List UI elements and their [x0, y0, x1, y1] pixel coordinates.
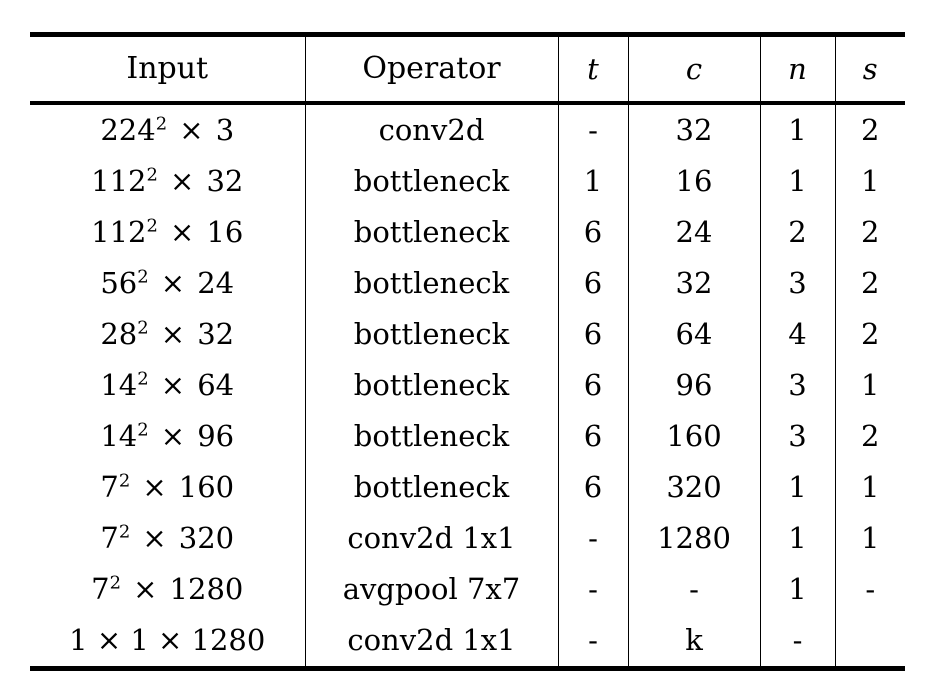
cell-s: 1 [834, 156, 905, 207]
cell-n: 3 [759, 411, 835, 462]
table-body: 2242 × 3 conv2d -32 1 2 1122 × 32 bottleneck 1 1… [30, 105, 905, 669]
table-row: 142 × 96 bottleneck 6 160 3 2 [30, 411, 905, 462]
cell-n: 4 [759, 309, 835, 360]
table-header: Input Operator t c n s [30, 32, 905, 107]
cell-s: 2 [834, 411, 905, 462]
column-header-c: c [627, 37, 760, 103]
cell-input: 142 × 96 [100, 419, 235, 453]
cell-operator: bottleneck [304, 156, 558, 207]
cell-operator: bottleneck [304, 360, 558, 411]
cell-input: 72 × 160 [100, 470, 235, 504]
table-row: 1 × 1 × 1280 conv2d 1x1- k - [30, 615, 905, 669]
cell-n: 1 [759, 105, 835, 156]
cell-input: 1122 × 32 [91, 164, 244, 198]
cell-t: - [557, 564, 628, 615]
cell-c: 320 [627, 462, 760, 513]
cell-t: 6 [557, 411, 628, 462]
cell-c: 24 [627, 207, 760, 258]
cell-c: 32 [627, 105, 760, 156]
cell-t: 6 [557, 207, 628, 258]
cell-c: 1280 [627, 513, 760, 564]
cell-input: 2242 × 3 [100, 113, 235, 147]
cell-c: 160 [627, 411, 760, 462]
table-row: 72 × 320 conv2d 1x1-1280 1 1 [30, 513, 905, 564]
cell-c: 96 [627, 360, 760, 411]
column-header-t: t [557, 37, 628, 103]
column-header-n: n [759, 37, 835, 103]
cell-t: - [557, 615, 628, 669]
cell-s: 2 [834, 105, 905, 156]
cell-input: 72 × 320 [100, 521, 235, 555]
cell-operator: bottleneck [304, 462, 558, 513]
cell-n: 2 [759, 207, 835, 258]
cell-n: 1 [759, 156, 835, 207]
cell-t: 6 [557, 462, 628, 513]
cell-n: 1 [759, 462, 835, 513]
table-footer [30, 666, 905, 673]
table-row: 282 × 32 bottleneck 6 64 4 2 [30, 309, 905, 360]
column-header-s: s [834, 37, 905, 103]
cell-c: - [627, 564, 760, 615]
cell-t: 6 [557, 360, 628, 411]
cell-t: 1 [557, 156, 628, 207]
cell-c: k [627, 615, 760, 669]
table-row: 142 × 64 bottleneck 6 96 3 1 [30, 360, 905, 411]
cell-operator: avgpool 7x7 [304, 564, 558, 615]
cell-operator: conv2d 1x1 [304, 615, 558, 669]
cell-operator: bottleneck [304, 309, 558, 360]
architecture-table: Input Operator t c n s 2242 × 3 conv2d -32… [30, 32, 905, 673]
cell-t: - [557, 513, 628, 564]
cell-s: 2 [834, 258, 905, 309]
cell-n: 3 [759, 258, 835, 309]
table-row: 1122 × 16 bottleneck 6 24 2 2 [30, 207, 905, 258]
cell-s: 1 [834, 513, 905, 564]
cell-operator: bottleneck [304, 207, 558, 258]
cell-s: - [834, 564, 905, 615]
cell-operator: conv2d 1x1 [304, 513, 558, 564]
cell-s: 2 [834, 309, 905, 360]
cell-input: 282 × 32 [100, 317, 235, 351]
cell-operator: bottleneck [304, 258, 558, 309]
cell-input: 72 × 1280 [91, 572, 244, 606]
cell-n: - [759, 615, 835, 669]
table-row: 1122 × 32 bottleneck 1 16 1 1 [30, 156, 905, 207]
rule-bottom [30, 666, 905, 673]
cell-c: 32 [627, 258, 760, 309]
architecture-table-container: Input Operator t c n s 2242 × 3 conv2d -32… [30, 32, 905, 673]
cell-c: 16 [627, 156, 760, 207]
cell-input: 1122 × 16 [91, 215, 244, 249]
header-row: Input Operator t c n s [30, 37, 905, 103]
cell-c: 64 [627, 309, 760, 360]
cell-s [834, 615, 905, 669]
cell-n: 3 [759, 360, 835, 411]
cell-n: 1 [759, 513, 835, 564]
cell-input: 562 × 24 [100, 266, 235, 300]
table-row: 72 × 160 bottleneck 6 320 1 1 [30, 462, 905, 513]
cell-s: 1 [834, 360, 905, 411]
column-header-operator: Operator [304, 37, 558, 103]
table-row: 72 × 1280 avgpool 7x7- -1- [30, 564, 905, 615]
table-row: 562 × 24 bottleneck 6 32 3 2 [30, 258, 905, 309]
cell-input: 1 × 1 × 1280 [69, 623, 266, 657]
table-row: 2242 × 3 conv2d -32 1 2 [30, 105, 905, 156]
column-header-input: Input [126, 51, 209, 86]
cell-input: 142 × 64 [100, 368, 235, 402]
cell-t: 6 [557, 309, 628, 360]
cell-n: 1 [759, 564, 835, 615]
cell-s: 1 [834, 462, 905, 513]
cell-t: - [557, 105, 628, 156]
cell-s: 2 [834, 207, 905, 258]
cell-operator: conv2d [304, 105, 558, 156]
cell-operator: bottleneck [304, 411, 558, 462]
cell-t: 6 [557, 258, 628, 309]
